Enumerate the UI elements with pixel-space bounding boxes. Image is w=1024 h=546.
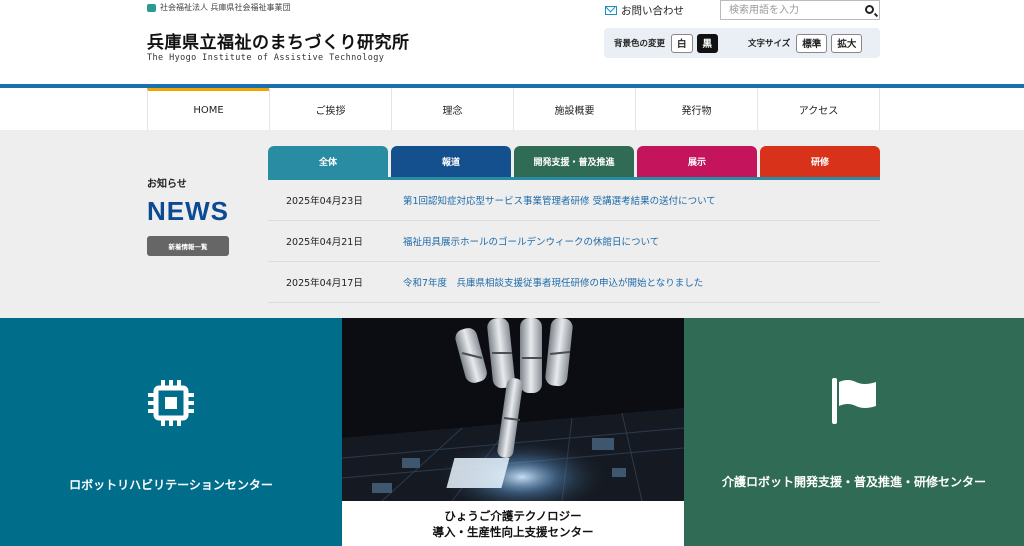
care-tech-center-line2: 導入・生産性向上支援センター (432, 525, 594, 539)
flag-icon (832, 378, 876, 424)
site-header: 社会福祉法人 兵庫県社会福祉事業団 兵庫県立福祉のまちづくり研究所 The Hy… (0, 0, 1024, 84)
font-large-button[interactable]: 拡大 (831, 33, 863, 53)
news-heading: お知らせ NEWS 新着情報一覧 (147, 175, 229, 256)
robot-rehab-center-title: ロボットリハビリテーションセンター (69, 478, 273, 492)
contact-label: お問い合わせ (621, 5, 684, 17)
robot-hand-image (342, 318, 684, 501)
nav-item-greeting[interactable]: ご挨拶 (269, 88, 391, 130)
chip-icon (148, 380, 194, 426)
care-robot-center-panel[interactable]: 介護ロボット開発支援・普及推進・研修センター (684, 318, 1024, 546)
search-input[interactable] (721, 1, 861, 19)
nav-item-facility[interactable]: 施設概要 (513, 88, 635, 130)
news-date: 2025年04月23日 (286, 196, 363, 207)
news-item: 2025年04月21日 福祉用具展示ホールのゴールデンウィークの休館日について (268, 221, 880, 262)
care-robot-center-title: 介護ロボット開発支援・普及推進・研修センター (721, 475, 986, 489)
search-icon[interactable] (865, 5, 874, 14)
nav-item-access[interactable]: アクセス (757, 88, 880, 130)
news-list: 2025年04月23日 第1回認知症対応型サービス事業管理者研修 受講選考結果の… (268, 180, 880, 303)
news-category-tabs: 全体 報道 開発支援・普及推進 展示 研修 (268, 146, 880, 178)
bg-black-button[interactable]: 黒 (696, 33, 719, 53)
nav-item-publications[interactable]: 発行物 (635, 88, 757, 130)
font-size-label: 文字サイズ (748, 39, 791, 49)
accessibility-toolbar: 背景色の変更 白 黒 文字サイズ 標準 拡大 (604, 28, 880, 58)
news-link[interactable]: 第1回認知症対応型サービス事業管理者研修 受講選考結果の送付について (403, 193, 716, 207)
org-name: 社会福祉法人 兵庫県社会福祉事業団 (160, 3, 291, 12)
bg-white-button[interactable]: 白 (671, 33, 693, 53)
robot-rehab-center-panel[interactable]: ロボットリハビリテーションセンター (0, 318, 342, 546)
nav-item-philosophy[interactable]: 理念 (391, 88, 513, 130)
tab-development[interactable]: 開発支援・普及推進 (514, 146, 634, 177)
care-tech-center-title: ひょうご介護テクノロジー 導入・生産性向上支援センター (342, 501, 684, 546)
care-tech-center-line1: ひょうご介護テクノロジー (444, 509, 582, 523)
main-nav: HOME ご挨拶 理念 施設概要 発行物 アクセス (147, 88, 880, 130)
news-item: 2025年04月17日 令和7年度 兵庫県相談支援従事者現任研修の申込が開始とな… (268, 262, 880, 303)
news-link[interactable]: 福祉用具展示ホールのゴールデンウィークの休館日について (403, 234, 659, 248)
nav-item-home[interactable]: HOME (147, 88, 269, 130)
care-tech-center-panel[interactable]: ひょうご介護テクノロジー 導入・生産性向上支援センター (342, 318, 684, 546)
tab-training[interactable]: 研修 (760, 146, 880, 177)
contact-link[interactable]: お問い合わせ (605, 3, 684, 18)
news-big-label: NEWS (147, 196, 229, 226)
tab-exhibition[interactable]: 展示 (637, 146, 757, 177)
site-title[interactable]: 兵庫県立福祉のまちづくり研究所 (147, 28, 410, 53)
mail-icon (605, 6, 617, 15)
search-box (720, 0, 880, 20)
font-standard-button[interactable]: 標準 (796, 33, 828, 53)
news-date: 2025年04月21日 (286, 237, 363, 248)
news-small-label: お知らせ (147, 179, 187, 190)
tab-press[interactable]: 報道 (391, 146, 511, 177)
org-logo-icon (147, 3, 156, 12)
org-label: 社会福祉法人 兵庫県社会福祉事業団 (147, 2, 291, 13)
news-section: お知らせ NEWS 新着情報一覧 全体 報道 開発支援・普及推進 展示 研修 2… (0, 130, 1024, 318)
bg-color-label: 背景色の変更 (614, 39, 666, 49)
news-date: 2025年04月17日 (286, 278, 363, 289)
news-item: 2025年04月23日 第1回認知症対応型サービス事業管理者研修 受講選考結果の… (268, 180, 880, 221)
news-list-button[interactable]: 新着情報一覧 (147, 236, 229, 256)
site-subtitle: The Hyogo Institute of Assistive Technol… (147, 53, 385, 63)
news-link[interactable]: 令和7年度 兵庫県相談支援従事者現任研修の申込が開始となりました (403, 275, 703, 289)
tab-all[interactable]: 全体 (268, 146, 388, 177)
